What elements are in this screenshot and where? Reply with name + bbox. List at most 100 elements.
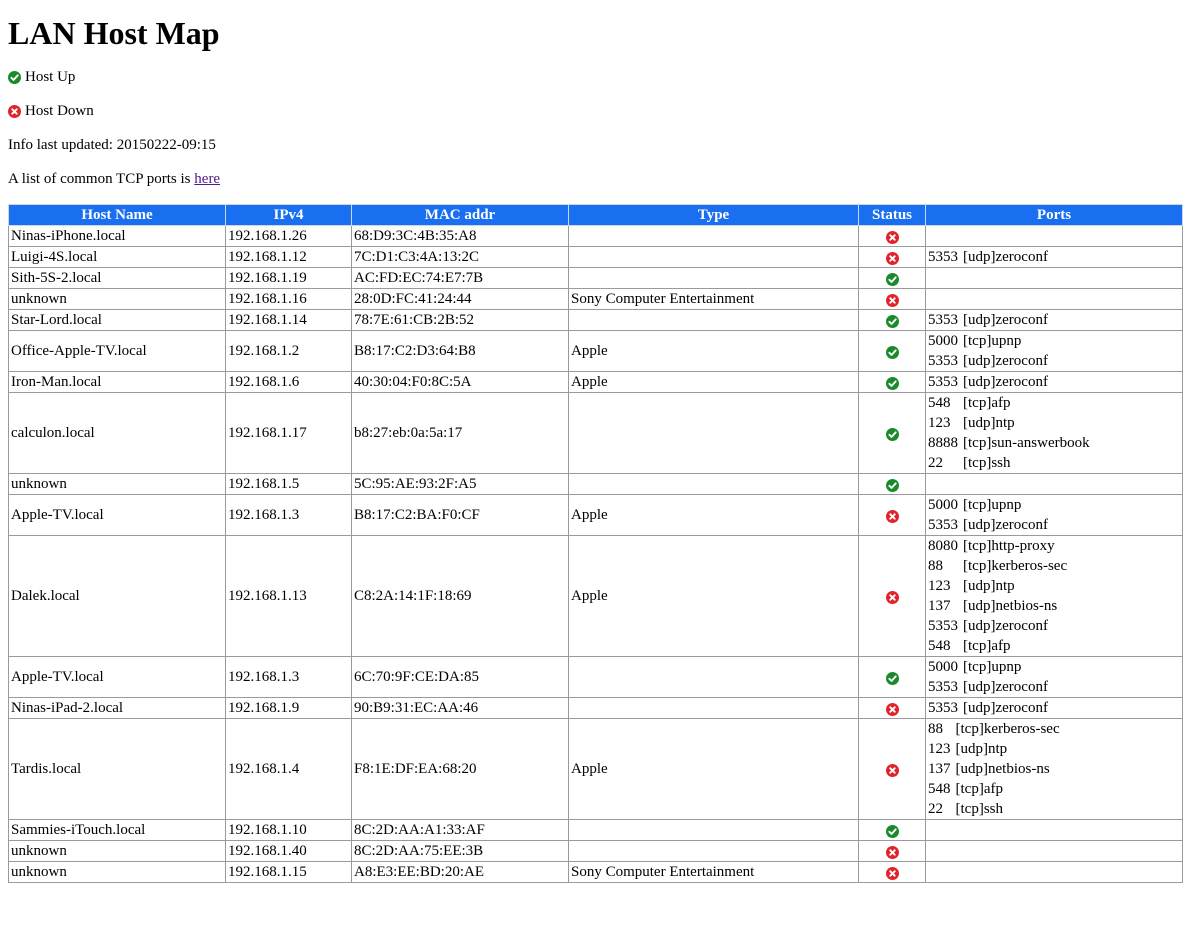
port-entry: 5000 [tcp]upnp bbox=[928, 657, 1048, 677]
port-entry: 123 [udp]ntp bbox=[928, 576, 1067, 596]
check-circle-icon bbox=[885, 427, 899, 442]
port-entry: 548 [tcp]afp bbox=[928, 393, 1090, 413]
port-number: 5353 bbox=[928, 249, 958, 266]
port-service: [udp]zeroconf bbox=[963, 517, 1048, 534]
port-entry: 137 [udp]netbios-ns bbox=[928, 596, 1067, 616]
port-service: [tcp]afp bbox=[955, 781, 1003, 798]
cell-ipv4: 192.168.1.26 bbox=[225, 225, 352, 248]
port-list: 5353 [udp]zeroconf bbox=[928, 310, 1048, 330]
table-row: Apple-TV.local 192.168.1.3 B8:17:C2:BA:F0:… bbox=[8, 494, 1183, 537]
cell-type bbox=[568, 656, 859, 699]
port-number: 548 bbox=[928, 395, 951, 412]
legend-host-up: Host Up bbox=[8, 68, 1182, 86]
port-entry: 5353 [udp]zeroconf bbox=[928, 310, 1048, 330]
port-number: 8080 bbox=[928, 538, 958, 555]
x-circle-icon bbox=[885, 251, 899, 266]
port-service: [udp]netbios-ns bbox=[955, 761, 1050, 778]
cell-mac-addr: 28:0D:FC:41:24:44 bbox=[351, 288, 569, 311]
cell-ports: 8080 [tcp]http-proxy 88 [tcp]kerberos-sec 12… bbox=[925, 535, 1183, 658]
cell-host-name: Iron-Man.local bbox=[8, 371, 226, 394]
port-number: 137 bbox=[928, 761, 951, 778]
port-service: [udp]zeroconf bbox=[963, 700, 1048, 717]
cell-type bbox=[568, 225, 859, 248]
cell-ipv4: 192.168.1.3 bbox=[225, 656, 352, 699]
cell-ipv4: 192.168.1.2 bbox=[225, 330, 352, 373]
port-service: [tcp]ssh bbox=[963, 455, 1011, 472]
cell-ipv4: 192.168.1.10 bbox=[225, 819, 352, 842]
cell-ipv4: 192.168.1.3 bbox=[225, 494, 352, 537]
port-entry: 123 [udp]ntp bbox=[928, 739, 1060, 759]
cell-type: Apple bbox=[568, 535, 859, 658]
cell-host-name: Star-Lord.local bbox=[8, 309, 226, 332]
cell-status bbox=[858, 718, 926, 821]
table-row: Office-Apple-TV.local 192.168.1.2 B8:17:C2… bbox=[8, 330, 1183, 373]
cell-mac-addr: 5C:95:AE:93:2F:A5 bbox=[351, 473, 569, 496]
table-row: Ninas-iPhone.local 192.168.1.26 68:D9:3C:4… bbox=[8, 225, 1183, 248]
cell-mac-addr: 68:D9:3C:4B:35:A8 bbox=[351, 225, 569, 248]
cell-ports bbox=[925, 840, 1183, 863]
cell-ipv4: 192.168.1.17 bbox=[225, 392, 352, 475]
port-entry: 123 [udp]ntp bbox=[928, 413, 1090, 433]
table-row: Iron-Man.local 192.168.1.6 40:30:04:F0:8C:… bbox=[8, 371, 1183, 394]
cell-ipv4: 192.168.1.14 bbox=[225, 309, 352, 332]
port-service: [tcp]afp bbox=[963, 638, 1011, 655]
port-number: 137 bbox=[928, 598, 951, 615]
cell-status bbox=[858, 246, 926, 269]
cell-type bbox=[568, 473, 859, 496]
table-row: Tardis.local 192.168.1.4 F8:1E:DF:EA:68:20… bbox=[8, 718, 1183, 821]
cell-ports bbox=[925, 225, 1183, 248]
table-row: unknown 192.168.1.16 28:0D:FC:41:24:44 Sony… bbox=[8, 288, 1183, 311]
cell-ipv4: 192.168.1.6 bbox=[225, 371, 352, 394]
cell-status bbox=[858, 473, 926, 496]
cell-ports: 548 [tcp]afp 123 [udp]ntp 8888 [tcp]sun-answe… bbox=[925, 392, 1183, 475]
port-service: [udp]ntp bbox=[955, 741, 1008, 758]
port-entry: 5353 [udp]zeroconf bbox=[928, 247, 1048, 267]
x-circle-icon bbox=[885, 866, 899, 881]
check-circle-icon bbox=[885, 671, 899, 686]
cell-ports: 5353 [udp]zeroconf bbox=[925, 309, 1183, 332]
host-table: Host Name IPv4 MAC addr Type Status Port… bbox=[8, 204, 1183, 884]
port-number: 5353 bbox=[928, 679, 958, 696]
check-circle-icon bbox=[885, 345, 899, 360]
cell-mac-addr: F8:1E:DF:EA:68:20 bbox=[351, 718, 569, 821]
cell-type: Apple bbox=[568, 494, 859, 537]
last-updated-text: Info last updated: 20150222-09:15 bbox=[8, 137, 216, 154]
port-number: 5000 bbox=[928, 659, 958, 676]
cell-mac-addr: 7C:D1:C3:4A:13:2C bbox=[351, 246, 569, 269]
cell-mac-addr: 78:7E:61:CB:2B:52 bbox=[351, 309, 569, 332]
table-row: unknown 192.168.1.40 8C:2D:AA:75:EE:3B bbox=[8, 840, 1183, 863]
port-service: [udp]ntp bbox=[963, 578, 1015, 595]
cell-mac-addr: 8C:2D:AA:A1:33:AF bbox=[351, 819, 569, 842]
cell-status bbox=[858, 819, 926, 842]
cell-mac-addr: 40:30:04:F0:8C:5A bbox=[351, 371, 569, 394]
port-service: [udp]zeroconf bbox=[963, 374, 1048, 391]
cell-ipv4: 192.168.1.16 bbox=[225, 288, 352, 311]
port-number: 22 bbox=[928, 801, 943, 818]
cell-status bbox=[858, 309, 926, 332]
port-entry: 88 [tcp]kerberos-sec bbox=[928, 719, 1060, 739]
port-service: [tcp]afp bbox=[963, 395, 1011, 412]
cell-type: Sony Computer Entertainment bbox=[568, 861, 859, 884]
header-mac-addr: MAC addr bbox=[351, 204, 569, 227]
page-content: LAN Host Map Host Up Host Down Info last… bbox=[0, 14, 1190, 884]
cell-status bbox=[858, 267, 926, 290]
x-circle-icon bbox=[885, 230, 899, 245]
cell-mac-addr: C8:2A:14:1F:18:69 bbox=[351, 535, 569, 658]
port-entry: 8888 [tcp]sun-answerbook bbox=[928, 433, 1090, 453]
check-circle-icon bbox=[885, 478, 899, 493]
port-entry: 5353 [udp]zeroconf bbox=[928, 515, 1048, 535]
cell-ipv4: 192.168.1.40 bbox=[225, 840, 352, 863]
port-entry: 137 [udp]netbios-ns bbox=[928, 759, 1060, 779]
tcp-ports-link[interactable]: here bbox=[194, 171, 220, 187]
port-service: [udp]zeroconf bbox=[963, 353, 1048, 370]
port-number: 5000 bbox=[928, 497, 958, 514]
check-circle-icon bbox=[8, 70, 21, 84]
table-row: Dalek.local 192.168.1.13 C8:2A:14:1F:18:69… bbox=[8, 535, 1183, 658]
cell-status bbox=[858, 697, 926, 720]
cell-ipv4: 192.168.1.9 bbox=[225, 697, 352, 720]
cell-status bbox=[858, 656, 926, 699]
check-circle-icon bbox=[885, 824, 899, 839]
port-entry: 5353 [udp]zeroconf bbox=[928, 351, 1048, 371]
port-service: [udp]netbios-ns bbox=[963, 598, 1058, 615]
cell-type: Apple bbox=[568, 330, 859, 373]
